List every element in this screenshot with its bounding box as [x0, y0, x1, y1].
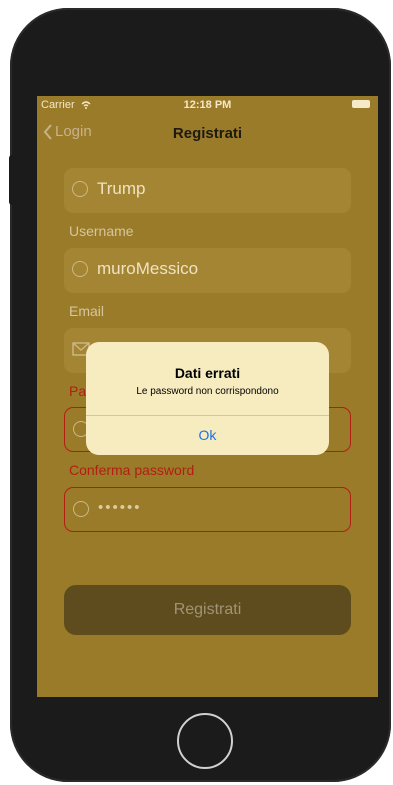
confirm-password-value: ••••••: [98, 499, 142, 516]
status-bar: Carrier 12:18 PM: [37, 96, 378, 114]
lock-icon: [73, 501, 89, 517]
confirm-password-field[interactable]: ••••••: [64, 487, 351, 532]
user-icon: [72, 181, 88, 197]
confirm-password-label: Conferma password: [69, 462, 195, 478]
app-screen: Carrier 12:18 PM Login Registrati Trump …: [37, 96, 378, 697]
lastname-field[interactable]: Trump: [64, 168, 351, 213]
alert-message: Le password non corrispondono: [136, 386, 279, 397]
status-time: 12:18 PM: [183, 99, 232, 111]
lastname-value: Trump: [97, 179, 146, 198]
alert-ok-button[interactable]: Ok: [86, 416, 329, 455]
home-button[interactable]: [177, 713, 233, 769]
phone-side-button: [9, 155, 15, 205]
navigation-bar: Login Registrati: [37, 114, 378, 156]
username-label: Username: [69, 223, 134, 239]
password-label: Pa: [69, 383, 87, 399]
register-button[interactable]: Registrati: [64, 585, 351, 635]
alert-dialog: Dati errati Le password non corrispondon…: [86, 342, 329, 455]
username-value: muroMessico: [97, 259, 199, 278]
email-label: Email: [69, 303, 105, 319]
user-icon: [72, 261, 88, 277]
username-field[interactable]: muroMessico: [64, 248, 351, 293]
page-title: Registrati: [172, 125, 243, 142]
alert-title: Dati errati: [174, 365, 241, 381]
battery-icon: [352, 100, 370, 108]
